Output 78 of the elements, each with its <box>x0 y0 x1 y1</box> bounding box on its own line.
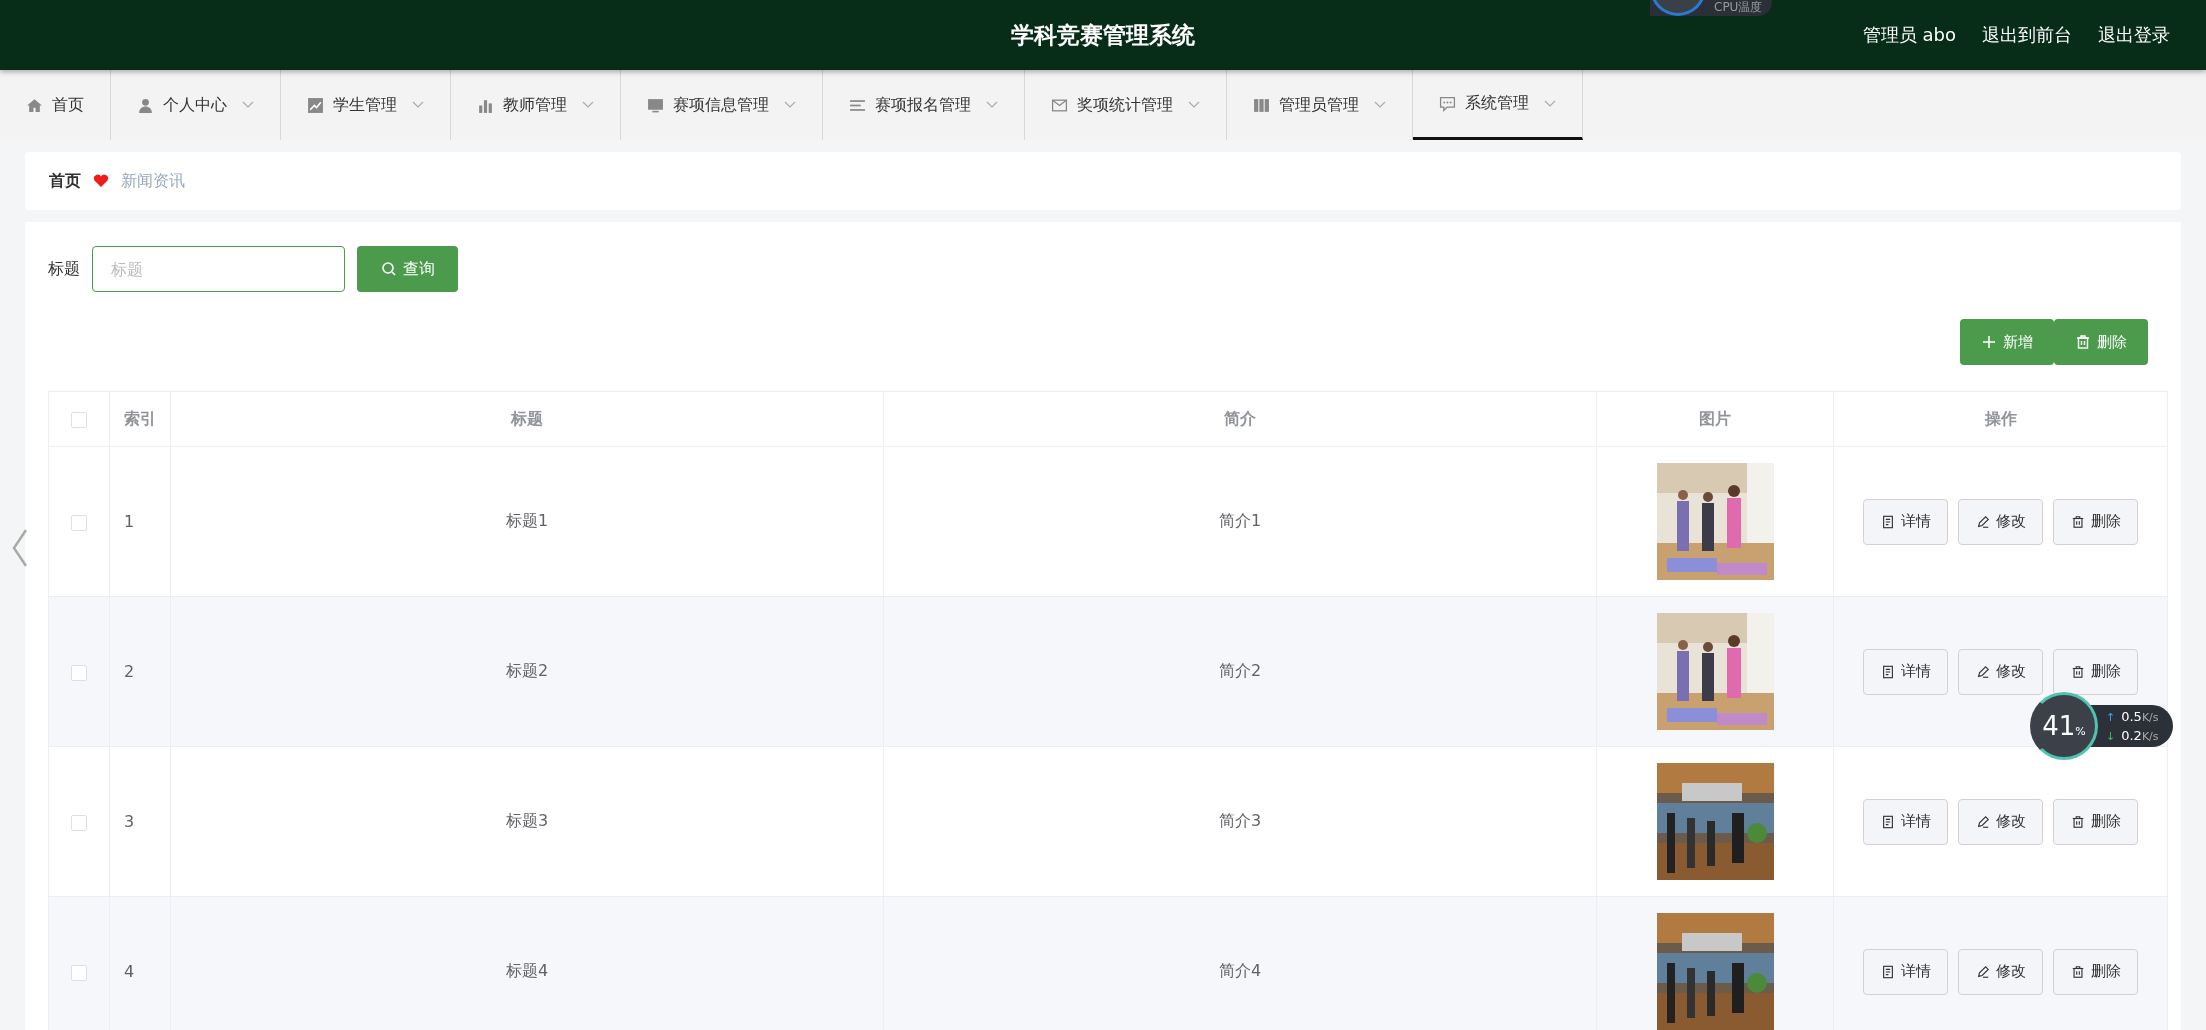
table-cell: 1 <box>124 512 135 531</box>
delete-button[interactable]: 删除 <box>2053 498 2138 545</box>
breadcrumb-item: 新闻资讯 <box>121 170 185 192</box>
table-cell: 标题3 <box>505 811 549 830</box>
details-button[interactable]: 详情 <box>1863 498 1948 545</box>
table-cell: 2 <box>124 662 135 681</box>
document-icon <box>1880 664 1895 679</box>
nav-tab[interactable]: 管理员管理 <box>1227 70 1413 140</box>
column-header: 标题 <box>511 408 543 428</box>
delete-button[interactable]: 删除 <box>2053 798 2138 845</box>
nav-tab[interactable]: 系统管理 <box>1413 70 1583 140</box>
details-button[interactable]: 详情 <box>1863 798 1948 845</box>
delete-button[interactable]: 删除 <box>2053 648 2138 695</box>
column-header: 操作 <box>1984 408 2017 428</box>
user-label: 管理员 abo <box>1862 23 1956 47</box>
column-header: 图片 <box>1699 408 1731 428</box>
nav-tab[interactable]: 个人中心 <box>111 70 281 140</box>
table-cell: 简介2 <box>1218 661 1262 680</box>
cpu-temperature-widget: CPU温度 <box>1650 0 1773 16</box>
chevron-left-icon[interactable] <box>10 528 30 568</box>
trash-icon <box>2070 814 2085 829</box>
download-speed: ↓ 0.2K/s <box>2106 728 2159 743</box>
pencil-icon <box>1975 964 1990 979</box>
upload-speed: ↑ 0.5K/s <box>2106 709 2159 724</box>
pencil-icon <box>1975 664 1990 679</box>
edit-button[interactable]: 修改 <box>1958 498 2043 545</box>
nav-tab[interactable]: 赛项报名管理 <box>823 70 1025 140</box>
trash-icon <box>2075 334 2091 350</box>
table-cell: 简介4 <box>1218 961 1262 980</box>
select-all-checkbox[interactable] <box>71 412 87 428</box>
column-header: 索引 <box>124 408 156 428</box>
search-label: 标题 <box>48 258 80 280</box>
table-cell: 简介1 <box>1218 511 1262 530</box>
table-cell: 标题2 <box>505 661 549 680</box>
home-icon <box>26 96 43 114</box>
plus-icon <box>1981 334 1997 350</box>
nav-tab[interactable]: 教师管理 <box>451 70 621 140</box>
edit-button[interactable]: 修改 <box>1958 648 2043 695</box>
app-title: 学科竞赛管理系统 <box>1011 20 1195 50</box>
nav-tab[interactable]: 奖项统计管理 <box>1025 70 1227 140</box>
breadcrumb-item[interactable]: 首页 <box>49 170 81 192</box>
trash-icon <box>2070 664 2085 679</box>
document-icon <box>1880 964 1895 979</box>
search-icon <box>380 261 397 277</box>
header-link[interactable]: 退出到前台 <box>1982 23 2072 47</box>
trash-icon <box>2070 964 2085 979</box>
table-cell: 3 <box>124 812 135 831</box>
user-icon <box>137 96 154 114</box>
heart-icon <box>93 174 109 188</box>
title-search-field[interactable]: 标题 <box>92 246 345 292</box>
monitor-icon <box>647 96 664 114</box>
edit-button[interactable]: 修改 <box>1958 948 2043 995</box>
delete-button[interactable]: 删除 <box>2053 948 2138 995</box>
nav-tab[interactable]: 赛项信息管理 <box>621 70 823 140</box>
edit-button[interactable]: 修改 <box>1958 798 2043 845</box>
document-icon <box>1880 814 1895 829</box>
pencil-icon <box>1975 814 1990 829</box>
nav-tab[interactable]: 学生管理 <box>281 70 451 140</box>
row-checkbox[interactable] <box>71 814 87 831</box>
header-link[interactable]: 退出登录 <box>2098 23 2170 47</box>
chat-icon <box>1439 95 1456 112</box>
row-checkbox[interactable] <box>71 664 87 681</box>
column-header: 简介 <box>1224 408 1256 428</box>
trash-icon <box>2070 514 2085 529</box>
table-cell: 标题1 <box>505 511 549 530</box>
book-icon <box>1253 96 1270 114</box>
details-button[interactable]: 详情 <box>1863 948 1948 995</box>
details-button[interactable]: 详情 <box>1863 648 1948 695</box>
table-cell: 标题4 <box>505 961 549 980</box>
document-icon <box>1880 514 1895 529</box>
cpu-usage: 41% <box>2042 711 2086 741</box>
chart-icon <box>307 96 324 114</box>
row-checkbox[interactable] <box>71 514 87 531</box>
pencil-icon <box>1975 514 1990 529</box>
table-cell: 4 <box>124 962 135 981</box>
row-checkbox[interactable] <box>71 964 87 981</box>
table-cell: 简介3 <box>1218 811 1262 830</box>
nav-tab[interactable]: 首页 <box>0 70 111 140</box>
